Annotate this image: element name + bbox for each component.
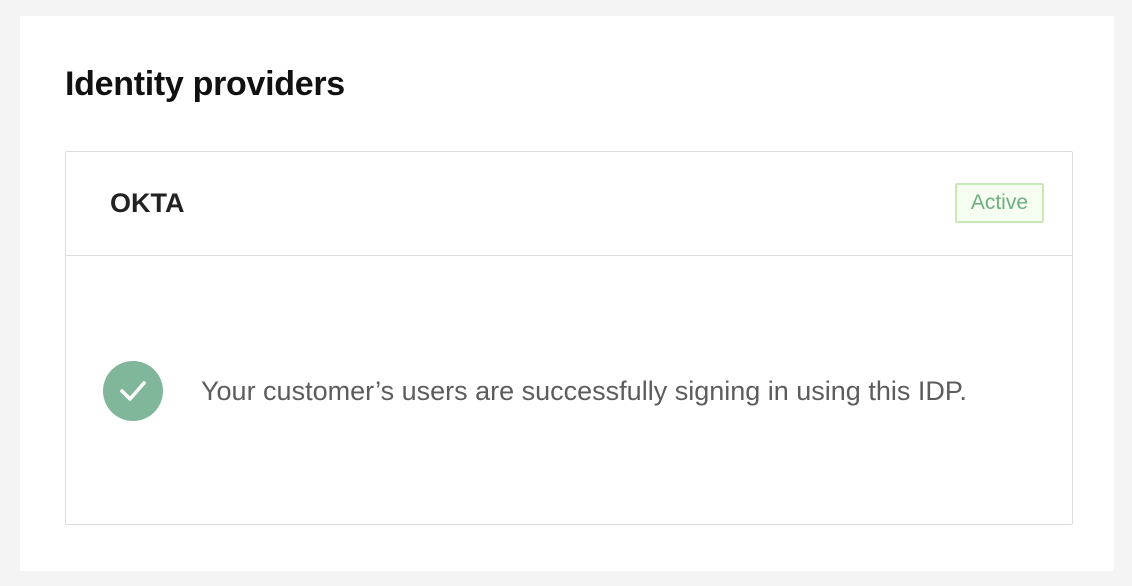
identity-providers-panel: Identity providers OKTA Active Your cust… bbox=[20, 16, 1114, 571]
provider-card: OKTA Active Your customer’s users are su… bbox=[65, 151, 1073, 525]
provider-card-header: OKTA Active bbox=[66, 152, 1072, 256]
success-message: Your customer’s users are successfully s… bbox=[201, 376, 967, 406]
section-title: Identity providers bbox=[65, 65, 345, 103]
status-badge: Active bbox=[954, 183, 1044, 223]
provider-name: OKTA bbox=[110, 188, 185, 218]
check-circle-icon bbox=[103, 361, 163, 421]
provider-card-body: Your customer’s users are successfully s… bbox=[66, 256, 1072, 523]
success-status-row: Your customer’s users are successfully s… bbox=[103, 361, 967, 421]
